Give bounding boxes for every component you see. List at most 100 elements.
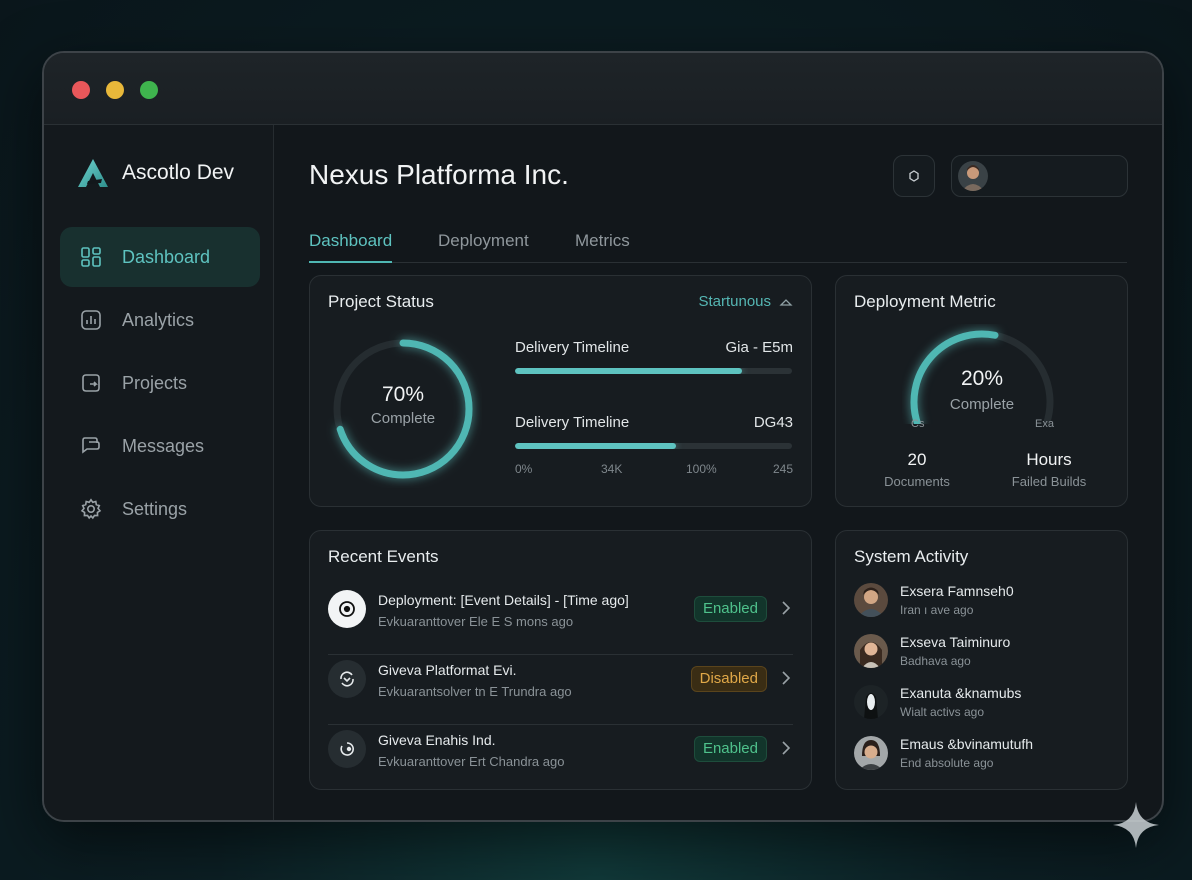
sidebar-item-label: Analytics <box>122 309 195 330</box>
gauge-caption: Complete <box>949 396 1015 413</box>
chart-icon <box>81 310 101 330</box>
chevron-right-icon[interactable] <box>781 670 791 686</box>
sidebar: Ascotlo Dev Dashboard Analytics Projects <box>44 125 274 820</box>
list-item[interactable]: Exsera Famnseh0 Iran ı ave ago <box>854 581 1117 625</box>
avatar <box>854 634 888 668</box>
event-title: Giveva Platformat Evi. <box>378 662 517 678</box>
list-item[interactable]: Exanuta &knamubs Wialt activs ago <box>854 683 1117 727</box>
ring-caption: Complete <box>370 410 436 427</box>
activity-subtitle: Wialt activs ago <box>900 705 985 719</box>
brand-logo-icon <box>78 159 108 187</box>
progress-ring <box>333 339 473 479</box>
list-item[interactable]: Giveva Platformat Evi. Evkuarantsolver t… <box>328 655 793 725</box>
sidebar-item-analytics[interactable]: Analytics <box>60 290 260 350</box>
bar-value: Gia - E5m <box>725 339 793 356</box>
system-activity-card: System Activity Exsera Famnseh0 Iran ı a… <box>835 530 1128 790</box>
sidebar-item-label: Settings <box>122 498 188 519</box>
activity-subtitle: Badhava ago <box>900 654 971 668</box>
chevron-right-icon[interactable] <box>781 600 791 616</box>
main-content: Nexus Platforma Inc. Dashboard Deploymen… <box>275 125 1162 820</box>
user-menu[interactable] <box>951 155 1128 197</box>
brand-name: Ascotlo Dev <box>122 161 235 184</box>
progress-bar-fill <box>515 443 676 449</box>
status-badge: Enabled <box>693 736 767 762</box>
gear-icon <box>80 498 102 520</box>
activity-name: Exanuta &knamubs <box>900 685 1022 701</box>
progress-bar <box>515 443 792 449</box>
sidebar-item-dashboard[interactable]: Dashboard <box>60 227 260 287</box>
axis-tick: 100% <box>686 462 717 476</box>
avatar <box>854 685 888 719</box>
tab-metrics[interactable]: Metrics <box>575 231 630 263</box>
activity-subtitle: Iran ı ave ago <box>900 603 974 617</box>
sidebar-item-settings[interactable]: Settings <box>60 479 260 539</box>
status-badge: Disabled <box>690 666 767 692</box>
sidebar-item-label: Messages <box>122 435 205 456</box>
sidebar-item-label: Dashboard <box>122 246 211 267</box>
activity-name: Emaus &bvinamutufh <box>900 736 1034 752</box>
bar-value: DG43 <box>753 414 793 431</box>
refresh-icon <box>328 730 366 768</box>
close-window-button[interactable] <box>72 81 90 99</box>
bar-label: Delivery Timeline <box>515 414 630 431</box>
sidebar-item-label: Projects <box>122 372 188 393</box>
sidebar-item-projects[interactable]: Projects <box>60 353 260 413</box>
brand[interactable]: Ascotlo Dev <box>76 157 234 189</box>
sync-icon <box>328 660 366 698</box>
list-item[interactable]: Exseva Taiminuro Badhava ago <box>854 632 1117 676</box>
grid-icon <box>81 247 101 267</box>
event-subtitle: Evkuaranttover Ert Chandra ago <box>378 754 565 769</box>
chevron-up-icon <box>779 298 793 306</box>
status-dropdown[interactable]: Startunous <box>698 293 793 310</box>
stat-value: 20 <box>907 450 927 469</box>
stat-label: Failed Builds <box>1011 474 1087 489</box>
avatar <box>958 161 988 191</box>
maximize-window-button[interactable] <box>140 81 158 99</box>
minimize-window-button[interactable] <box>106 81 124 99</box>
tab-deployment[interactable]: Deployment <box>438 231 529 263</box>
list-item[interactable]: Emaus &bvinamutufh End absolute ago <box>854 734 1117 778</box>
status-link-label: Startunous <box>698 293 771 310</box>
list-item[interactable]: Deployment: [Event Details] - [Time ago]… <box>328 585 793 655</box>
tab-bar: Dashboard Deployment Metrics <box>309 225 1127 263</box>
stat-label: Documents <box>884 474 950 489</box>
event-title: Giveva Enahis Ind. <box>378 732 496 748</box>
card-title: Deployment Metric <box>854 292 996 311</box>
settings-button[interactable] <box>893 155 935 197</box>
list-item[interactable]: Giveva Enahis Ind. Evkuaranttover Ert Ch… <box>328 725 793 795</box>
target-icon <box>328 590 366 628</box>
activity-subtitle: End absolute ago <box>900 756 994 770</box>
chevron-right-icon[interactable] <box>781 740 791 756</box>
status-badge: Enabled <box>693 596 767 622</box>
progress-bar-fill <box>515 368 743 374</box>
card-title: Project Status <box>328 292 434 311</box>
deployment-metric-card: Deployment Metric 20% Complete Cs Exa 20… <box>835 275 1128 507</box>
tab-dashboard[interactable]: Dashboard <box>309 231 393 263</box>
activity-name: Exseva Taiminuro <box>900 634 1011 650</box>
page-title: Nexus Platforma Inc. <box>309 159 569 190</box>
event-subtitle: Evkuaranttover Ele E S mons ago <box>378 614 574 629</box>
gear-icon <box>909 170 919 182</box>
sidebar-item-messages[interactable]: Messages <box>60 416 260 476</box>
axis-tick: 0% <box>515 462 533 476</box>
progress-bar <box>515 368 792 374</box>
sparkle-icon <box>1113 802 1159 848</box>
recent-events-card: Recent Events Deployment: [Event Details… <box>309 530 812 790</box>
title-bar <box>44 53 1162 125</box>
axis-tick: 245 <box>772 462 793 476</box>
avatar <box>854 736 888 770</box>
ring-value: 70% <box>381 383 425 406</box>
event-subtitle: Evkuarantsolver tn E Trundra ago <box>378 684 572 699</box>
project-status-card: Project Status Startunous 70% Complete D… <box>309 275 812 507</box>
card-title: Recent Events <box>328 547 439 566</box>
avatar <box>854 583 888 617</box>
gauge-max-label: Exa <box>1035 418 1054 430</box>
stat-value: Hours <box>1026 450 1072 469</box>
gauge-min-label: Cs <box>911 418 925 430</box>
axis-tick: 34K <box>601 462 623 476</box>
card-title: System Activity <box>854 547 969 566</box>
message-icon <box>82 437 100 454</box>
event-title: Deployment: [Event Details] - [Time ago] <box>378 592 629 608</box>
activity-name: Exsera Famnseh0 <box>900 583 1014 599</box>
folder-icon <box>82 374 100 392</box>
